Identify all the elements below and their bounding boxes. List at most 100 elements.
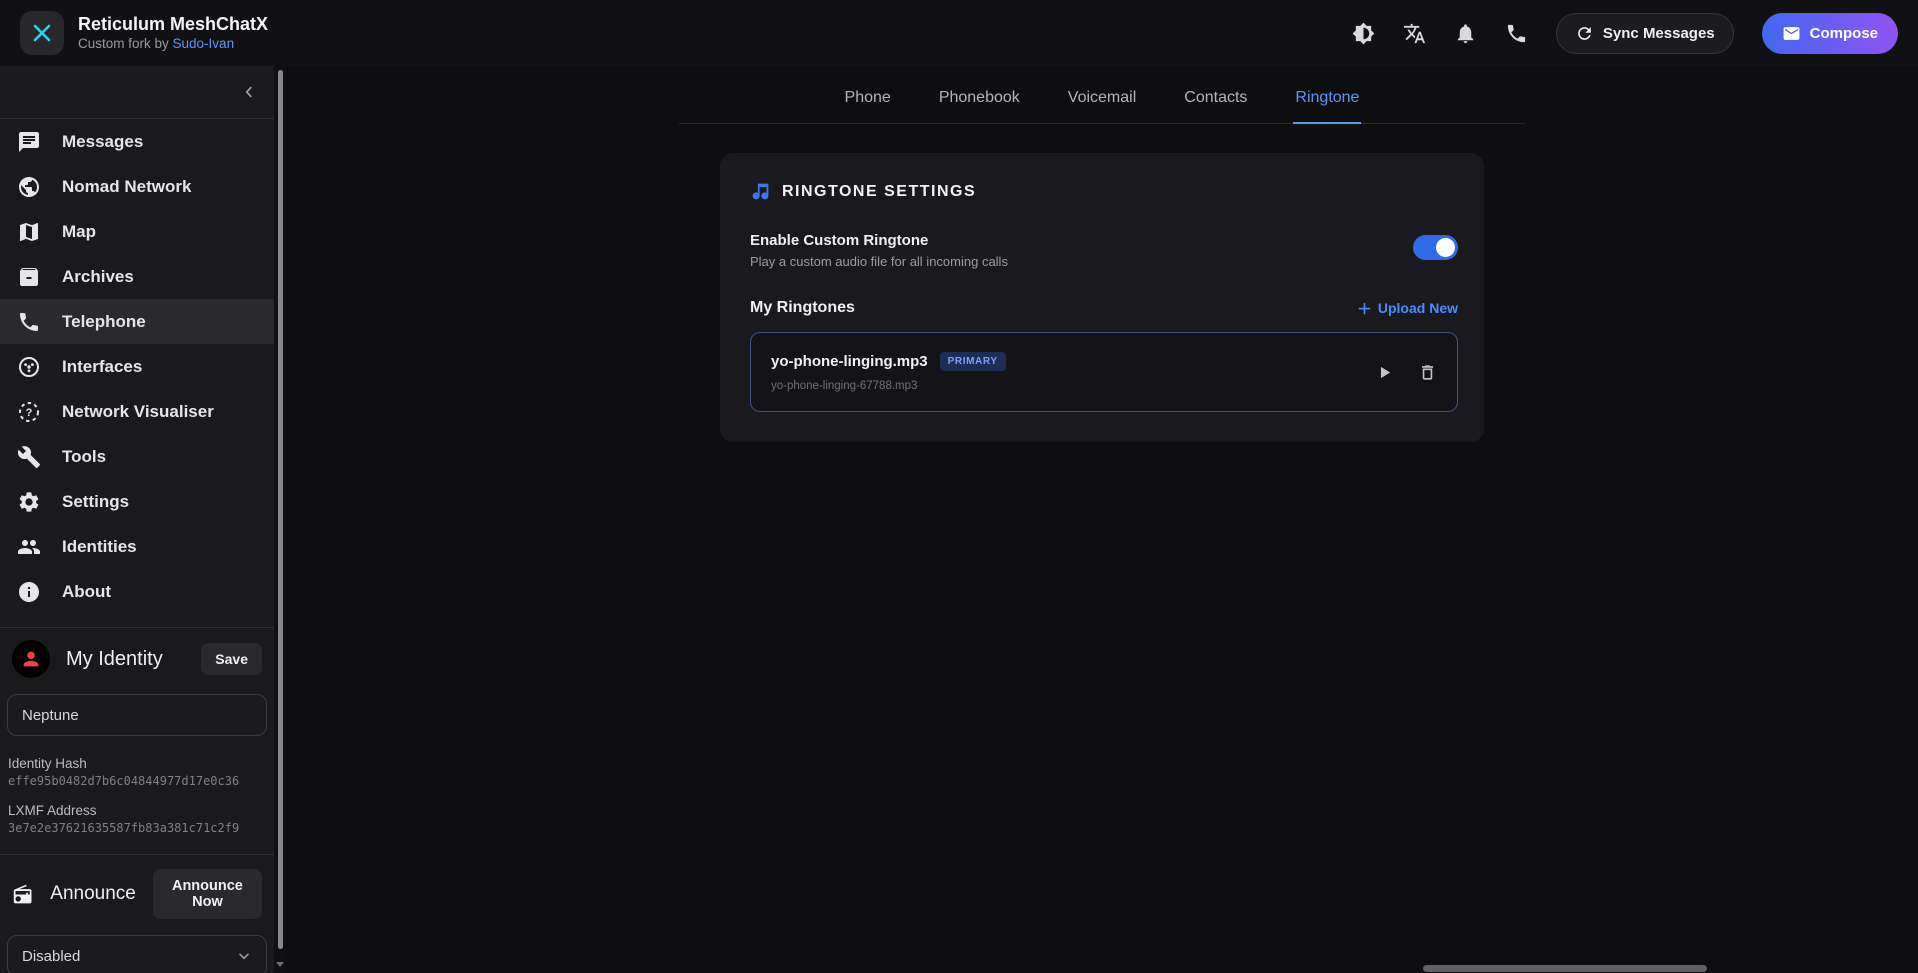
sidebar: Messages Nomad Network Map Archives Tele…: [0, 66, 274, 973]
avatar: [12, 640, 50, 678]
chevron-down-icon: [236, 948, 252, 964]
sidebar-item-label: About: [62, 582, 111, 602]
ringtone-settings-card: RINGTONE SETTINGS Enable Custom Ringtone…: [720, 153, 1484, 442]
compose-button[interactable]: Compose: [1762, 13, 1898, 54]
app-title: Reticulum MeshChatX: [78, 13, 268, 36]
identity-hash-block: Identity Hash effe95b0482d7b6c04844977d1…: [0, 736, 274, 788]
sidebar-collapse-row: [0, 66, 274, 118]
sidebar-item-map[interactable]: Map: [0, 209, 274, 254]
app-header: Reticulum MeshChatX Custom fork by Sudo-…: [0, 0, 1918, 66]
refresh-icon: [1575, 24, 1594, 43]
phone-call-icon[interactable]: [1505, 22, 1528, 45]
my-identity-title: My Identity: [66, 648, 163, 671]
mail-icon: [1782, 24, 1801, 43]
announce-interval-select[interactable]: Disabled: [7, 935, 267, 973]
sidebar-item-label: Nomad Network: [62, 177, 191, 197]
compose-label: Compose: [1810, 25, 1878, 42]
chevron-left-icon[interactable]: [240, 83, 258, 101]
network-icon: ?: [17, 400, 41, 424]
music-note-icon: [750, 181, 771, 202]
enable-custom-ringtone-label: Enable Custom Ringtone: [750, 232, 1008, 249]
sidebar-item-about[interactable]: About: [0, 569, 274, 614]
card-title: RINGTONE SETTINGS: [782, 183, 976, 201]
archive-icon: [17, 265, 41, 289]
horizontal-scrollbar-thumb[interactable]: [1423, 965, 1707, 972]
enable-custom-ringtone-description: Play a custom audio file for all incomin…: [750, 254, 1008, 269]
tab-phonebook[interactable]: Phonebook: [937, 89, 1022, 123]
trash-icon[interactable]: [1418, 363, 1437, 382]
my-ringtones-label: My Ringtones: [750, 299, 855, 317]
sidebar-item-identities[interactable]: Identities: [0, 524, 274, 569]
theme-toggle-icon[interactable]: [1352, 22, 1375, 45]
phone-icon: [17, 310, 41, 334]
play-icon[interactable]: [1376, 364, 1393, 381]
upload-new-link[interactable]: Upload New: [1357, 300, 1458, 316]
sidebar-item-network-visualiser[interactable]: ? Network Visualiser: [0, 389, 274, 434]
announce-row: Announce Announce Now: [12, 869, 262, 919]
sidebar-item-tools[interactable]: Tools: [0, 434, 274, 479]
translate-icon[interactable]: [1403, 22, 1426, 45]
announce-interval-value: Disabled: [22, 948, 80, 965]
lxmf-address-block: LXMF Address 3e7e2e37621635587fb83a381c7…: [0, 788, 274, 835]
sidebar-item-label: Archives: [62, 267, 134, 287]
sidebar-item-label: Tools: [62, 447, 106, 467]
ringtone-name-row: yo-phone-linging.mp3 PRIMARY: [771, 352, 1006, 371]
sidebar-item-label: Map: [62, 222, 96, 242]
wrench-icon: [17, 445, 41, 469]
sidebar-item-label: Telephone: [62, 312, 146, 332]
svg-text:?: ?: [26, 407, 33, 419]
sidebar-item-label: Settings: [62, 492, 129, 512]
tab-contacts[interactable]: Contacts: [1182, 89, 1249, 123]
enable-custom-ringtone-toggle[interactable]: [1413, 235, 1458, 260]
main-content: Phone Phonebook Voicemail Contacts Ringt…: [286, 66, 1918, 973]
tab-ringtone[interactable]: Ringtone: [1293, 89, 1361, 124]
save-button[interactable]: Save: [201, 643, 262, 675]
hub-icon: [17, 355, 41, 379]
my-identity-row: My Identity Save: [12, 640, 262, 678]
announce-title: Announce: [50, 883, 136, 905]
sidebar-item-settings[interactable]: Settings: [0, 479, 274, 524]
app-title-block: Reticulum MeshChatX Custom fork by Sudo-…: [78, 13, 268, 53]
sidebar-item-interfaces[interactable]: Interfaces: [0, 344, 274, 389]
sidebar-item-telephone[interactable]: Telephone: [0, 299, 274, 344]
subtitle-author-link[interactable]: Sudo-Ivan: [173, 36, 235, 51]
gear-icon: [17, 490, 41, 514]
sidebar-item-archives[interactable]: Archives: [0, 254, 274, 299]
tab-phone[interactable]: Phone: [843, 89, 893, 123]
sidebar-scrollbar[interactable]: [274, 66, 286, 973]
ringtone-name: yo-phone-linging.mp3: [771, 353, 928, 370]
toggle-knob: [1436, 238, 1455, 257]
plus-icon: [1357, 301, 1372, 316]
tab-voicemail[interactable]: Voicemail: [1066, 89, 1138, 123]
ringtone-filename: yo-phone-linging-67788.mp3: [771, 380, 1006, 392]
announce-now-button[interactable]: Announce Now: [153, 869, 262, 919]
telephone-tabs: Phone Phonebook Voicemail Contacts Ringt…: [679, 66, 1525, 124]
person-icon: [20, 648, 42, 670]
identity-hash-value: effe95b0482d7b6c04844977d17e0c36: [8, 774, 266, 788]
my-ringtones-header: My Ringtones Upload New: [750, 299, 1458, 317]
identity-hash-label: Identity Hash: [8, 756, 266, 771]
app-subtitle: Custom fork by Sudo-Ivan: [78, 35, 268, 53]
sidebar-scrollbar-thumb[interactable]: [278, 70, 283, 949]
globe-icon: [17, 175, 41, 199]
sidebar-item-nomad-network[interactable]: Nomad Network: [0, 164, 274, 209]
ringtone-list-item: yo-phone-linging.mp3 PRIMARY yo-phone-li…: [750, 332, 1458, 412]
sidebar-item-label: Interfaces: [62, 357, 142, 377]
header-actions: Sync Messages Compose: [1352, 13, 1898, 54]
sidebar-divider-announce: [0, 854, 274, 855]
map-icon: [17, 220, 41, 244]
scrollbar-down-arrow-icon[interactable]: [276, 962, 284, 967]
sidebar-item-label: Messages: [62, 132, 143, 152]
app-logo[interactable]: [20, 11, 64, 55]
chat-icon: [17, 130, 41, 154]
people-icon: [17, 535, 41, 559]
subtitle-text: Custom fork by: [78, 36, 173, 51]
identity-name-input[interactable]: [7, 694, 267, 736]
primary-badge: PRIMARY: [940, 352, 1006, 371]
enable-custom-ringtone-row: Enable Custom Ringtone Play a custom aud…: [750, 232, 1458, 269]
sync-messages-button[interactable]: Sync Messages: [1556, 13, 1734, 54]
sidebar-item-messages[interactable]: Messages: [0, 119, 274, 164]
ringtone-info: yo-phone-linging.mp3 PRIMARY yo-phone-li…: [771, 352, 1006, 392]
upload-new-label: Upload New: [1378, 300, 1458, 316]
notifications-bell-icon[interactable]: [1454, 22, 1477, 45]
